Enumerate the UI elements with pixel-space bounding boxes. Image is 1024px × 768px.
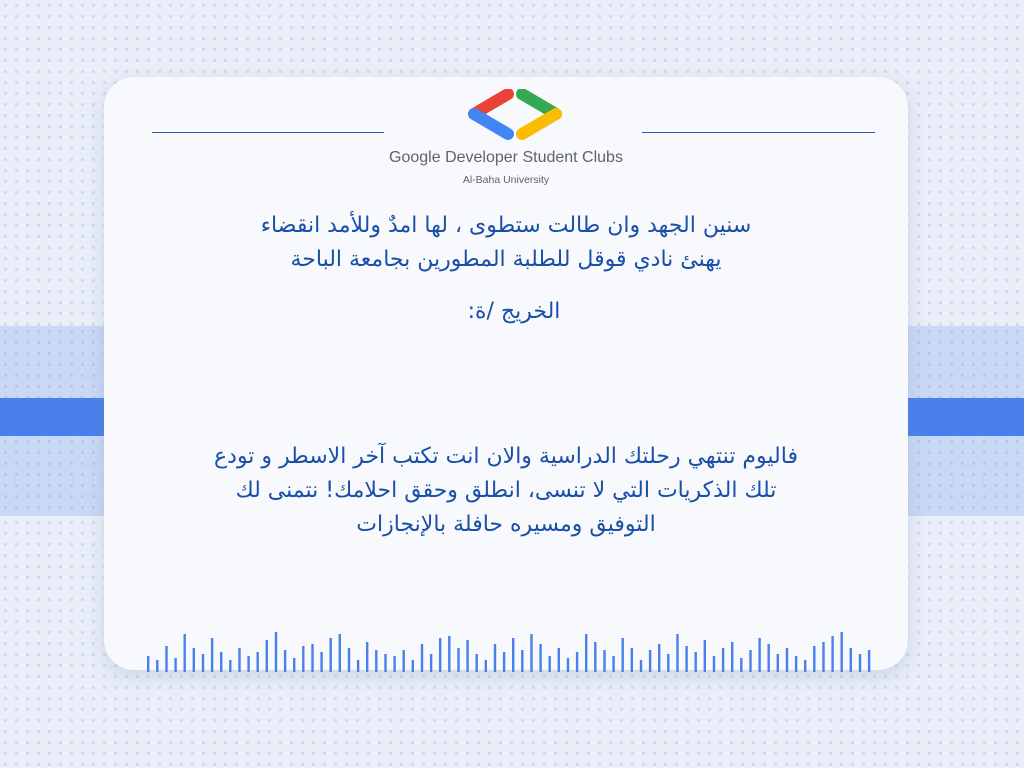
wave-bar [521,650,524,672]
wave-bar [840,632,843,672]
wave-bar [639,660,643,672]
wave-bar [575,652,579,672]
message-line-1: فاليوم تنتهي رحلتك الدراسية والان انت تك… [214,444,798,469]
wave-bar [393,656,396,672]
wave-bar [703,640,706,672]
wave-bar [356,660,360,672]
intro-line-2: يهنئ نادي قوقل للطلبة المطورين بجامعة ال… [290,247,722,272]
wave-bar [375,650,378,672]
wave-bar [566,658,570,672]
wave-bar [621,638,624,672]
wave-bar [311,644,314,672]
wave-bar [530,634,533,672]
wave-bar [603,650,606,672]
wave-bar [238,648,241,672]
wave-bar [366,642,369,672]
wave-bar [402,650,405,672]
wave-bar [740,658,743,672]
wave-bar [274,632,278,672]
wave-bar [822,642,825,672]
wave-bar [174,658,177,672]
wave-bar [247,656,250,672]
wave-bar [849,648,852,672]
wave-bar [594,642,597,672]
wave-bar [384,654,387,672]
wave-bar [794,656,798,672]
wave-bar [201,654,205,672]
wave-bar [439,638,442,672]
graduate-label: الخريج /ة: [467,299,561,324]
wave-bar [165,646,168,672]
wave-bar [658,644,661,672]
message-line-2: تلك الذكريات التي لا تنسى، انطلق وحقق اح… [235,478,777,503]
wave-bar [502,652,506,672]
wave-bar [785,648,789,672]
intro-verse: سنين الجهد وان طالت ستطوى ، لها امدٌ ولل… [144,209,868,277]
wave-bar [585,634,588,672]
greeting-card: Google Developer Student Clubs Al-Baha U… [104,77,908,670]
wave-bar [767,644,770,672]
wave-bar [156,660,159,672]
wave-bar [712,656,716,672]
wave-bar [676,634,679,672]
wave-bar [858,654,862,672]
divider-line-left [152,132,384,133]
wave-bar [612,656,615,672]
wave-bar [475,654,478,672]
wave-bar [512,638,515,672]
wave-bar [685,646,688,672]
wave-bar [283,650,287,672]
wave-bar [147,656,150,672]
wave-bar [411,660,414,672]
wave-bar [457,648,460,672]
wave-bar [630,648,633,672]
wave-bar [420,644,424,672]
wave-bar [539,644,542,672]
wave-bar [721,648,725,672]
congratulation-message: فاليوم تنتهي رحلتك الدراسية والان انت تك… [124,440,888,542]
wave-bar [749,650,752,672]
wave-bar [183,634,186,672]
wave-bar [293,658,296,672]
wave-bar [347,648,351,672]
wave-bar [338,634,341,672]
wave-bar [192,648,195,672]
wave-bar [548,656,551,672]
wave-bar [302,646,305,672]
wave-bar [493,644,497,672]
message-line-3: التوفيق ومسيره حافلة بالإنجازات [356,512,656,537]
wave-bar [229,660,232,672]
wave-bar [448,636,451,672]
sound-wave-decoration [147,632,871,672]
divider-line-right [642,132,875,133]
wave-bar [667,654,670,672]
wave-bar [804,660,807,672]
wave-bar [210,638,214,672]
university-name: Al-Baha University [462,174,550,186]
wave-bar [731,642,734,672]
wave-bar [867,650,871,672]
wave-bar [265,640,268,672]
wave-bar [557,648,560,672]
wave-bar [429,654,433,672]
wave-bar [758,638,761,672]
wave-bar [484,660,487,672]
wave-bar [329,638,332,672]
wave-bar [831,636,834,672]
wave-bar [320,652,323,672]
intro-line-1: سنين الجهد وان طالت ستطوى ، لها امدٌ ولل… [260,213,752,238]
wave-bar [648,650,652,672]
wave-bar [220,652,223,672]
wave-bar [466,640,469,672]
brand-name: Google Developer Student Clubs [389,149,623,166]
gdsc-logo-icon [468,89,562,140]
wave-bar [813,646,816,672]
wave-bar [256,652,259,672]
wave-bar [694,652,697,672]
wave-bar [776,654,779,672]
